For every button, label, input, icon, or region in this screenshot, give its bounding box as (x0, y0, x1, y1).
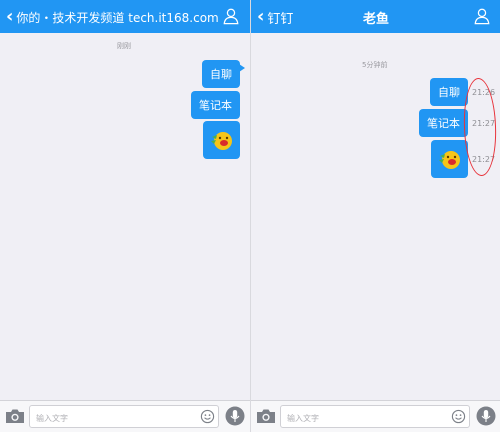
chevron-left-icon: ‹ (6, 6, 14, 27)
message-input[interactable] (30, 408, 190, 429)
message-timestamp: 5分钟前 (362, 61, 388, 69)
message-input-bar (251, 400, 500, 432)
message-bubble[interactable]: 自聊 (202, 60, 245, 88)
camera-icon[interactable] (5, 407, 25, 425)
emoji-message-bubble[interactable] (431, 140, 468, 178)
message-row: 自聊 (202, 60, 245, 88)
message-timestamp: 刚刚 (117, 42, 131, 50)
left-chat-pane: ‹ 你的・技术开发频道 tech.it168.com 刚刚 自聊 笔记本 (0, 0, 250, 432)
back-button[interactable]: ‹ 你的・技术开发频道 tech.it168.com (6, 7, 219, 27)
emoji-message-bubble[interactable] (203, 121, 240, 159)
user-profile-icon[interactable] (222, 7, 240, 25)
microphone-icon[interactable] (225, 406, 245, 426)
message-bubble[interactable]: 笔记本 (191, 91, 240, 119)
message-bubble[interactable]: 笔记本 (419, 109, 468, 137)
message-input-field (280, 405, 470, 429)
emoji-picker-icon[interactable] (451, 409, 466, 424)
user-profile-icon[interactable] (473, 7, 491, 25)
crying-face-emoji-icon (210, 132, 232, 150)
message-input-field (29, 405, 219, 429)
message-input-bar (0, 400, 250, 432)
message-row: 笔记本 (191, 91, 240, 119)
chat-title: 老鱼 (362, 12, 389, 27)
crying-face-emoji-icon (438, 151, 460, 169)
chat-header: ‹ 钉钉 老鱼 (251, 0, 500, 33)
emoji-picker-icon[interactable] (200, 409, 215, 424)
message-bubble[interactable]: 自聊 (430, 78, 468, 106)
chat-header: ‹ 你的・技术开发频道 tech.it168.com (0, 0, 250, 33)
message-input[interactable] (281, 408, 441, 429)
back-label: 你的・技术开发频道 tech.it168.com (16, 10, 219, 25)
microphone-icon[interactable] (476, 406, 496, 426)
camera-icon[interactable] (256, 407, 276, 425)
right-chat-pane: ‹ 钉钉 老鱼 5分钟前 自聊 21:26 笔记本 21:27 21:27 (250, 0, 500, 432)
message-row (203, 121, 240, 159)
